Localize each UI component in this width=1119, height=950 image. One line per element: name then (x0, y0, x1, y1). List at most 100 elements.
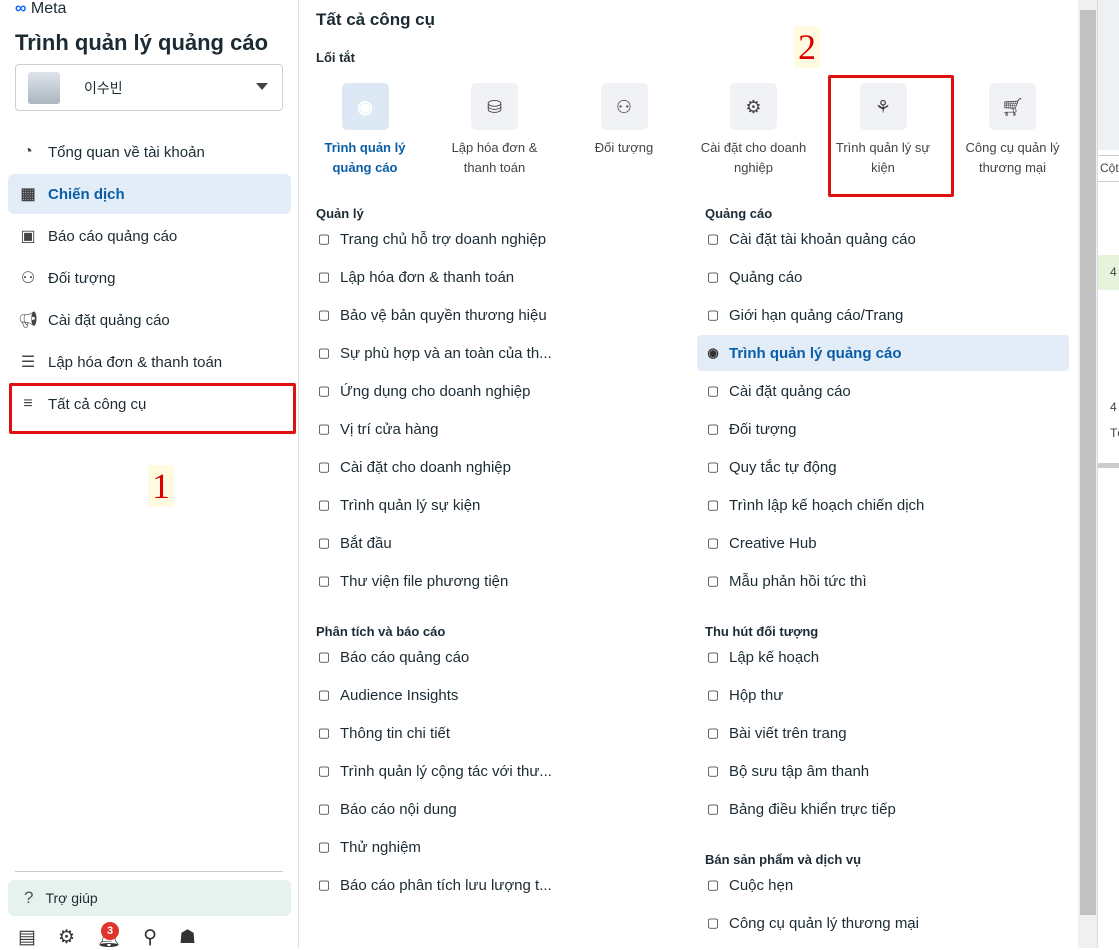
caret-down-icon (256, 83, 268, 90)
tool-item[interactable]: ▢ Báo cáo nội dung (300, 791, 672, 827)
tool-label: Giới hạn quảng cáo/Trang (729, 306, 904, 324)
tool-label: Mẫu phản hồi tức thì (729, 572, 867, 590)
help-button[interactable]: ? Trợ giúp (8, 880, 291, 916)
column-header: Cột (1098, 155, 1119, 182)
tool-item[interactable]: ▢ Công cụ quản lý thương mại (689, 905, 1061, 941)
shortcut-label: Công cụ quản lý thương mại (965, 140, 1060, 175)
tool-label: Lập hóa đơn & thanh toán (340, 268, 515, 286)
tool-item[interactable]: ▢ Trang chủ hỗ trợ doanh nghiệp (300, 221, 672, 257)
cell-value: Tổ (1110, 426, 1119, 440)
tool-item[interactable]: ▢ Trình quản lý cộng tác với thư... (300, 753, 672, 789)
tool-icon: ◉ (707, 345, 719, 360)
tool-item[interactable]: ▢ Đối tượng (689, 411, 1061, 447)
tool-item[interactable]: ▢ Giới hạn quảng cáo/Trang (689, 297, 1061, 333)
tool-icon: ▢ (706, 535, 720, 550)
tool-item[interactable]: ▢ Creative Hub (689, 525, 1061, 561)
tool-icon: ▢ (706, 877, 720, 892)
tool-item[interactable]: ▢ Bảng điều khiển trực tiếp (689, 791, 1061, 827)
all-tools-panel: Tất cả công cụ Lối tắt ◉ Trình quản lý qu… (300, 0, 1078, 948)
tool-label: Hộp thư (729, 686, 784, 704)
sidebar-item-0[interactable]: ◔ Tổng quan về tài khoản (8, 132, 291, 172)
tool-item[interactable]: ▢ Vị trí cửa hàng (300, 411, 672, 447)
shortcut-icon: 🛒︎ (989, 83, 1036, 130)
tool-item[interactable]: ▢ Báo cáo quảng cáo (300, 639, 672, 675)
tool-item[interactable]: ▢ Ứng dụng cho doanh nghiệp (300, 373, 672, 409)
tool-icon: ▢ (317, 839, 331, 854)
shortcut-icon: ◉ (341, 83, 389, 130)
sidebar-item-4[interactable]: 📢︎ Cài đặt quảng cáo (8, 300, 291, 340)
tool-icon: ▢ (317, 231, 331, 246)
tool-label: Ứng dụng cho doanh nghiệp (340, 382, 531, 400)
sidebar-item-label: Cài đặt quảng cáo (48, 311, 170, 329)
tool-label: Cài đặt cho doanh nghiệp (340, 458, 511, 476)
sidebar-item-2[interactable]: ▣ Báo cáo quảng cáo (8, 216, 291, 256)
scrollbar-thumb[interactable] (1080, 10, 1096, 915)
tool-item[interactable]: ▢ Cuộc hẹn (689, 867, 1061, 903)
account-selector[interactable]: 이수빈 (15, 64, 283, 111)
avatar (28, 71, 60, 104)
tool-item[interactable]: ▢ Cài đặt cho doanh nghiệp (300, 449, 672, 485)
tool-item[interactable]: ▢ Cài đặt tài khoản quảng cáo (689, 221, 1061, 257)
tool-icon: ▢ (317, 687, 331, 702)
shortcut-icon: ⚇ (600, 83, 648, 130)
tool-item[interactable]: ▢ Bắt đầu (300, 525, 672, 561)
tool-label: Creative Hub (729, 534, 817, 552)
tool-icon: ▢ (706, 231, 720, 246)
sell-heading: Bán sản phẩm và dịch vụ (705, 852, 862, 867)
tool-item[interactable]: ▢ Thông tin chi tiết (300, 715, 672, 751)
tool-item[interactable]: ▢ Trình lập kế hoạch chiến dịch (689, 487, 1061, 523)
tool-item[interactable]: ▢ Quy tắc tự động (689, 449, 1061, 485)
billing-icon: ☰ (20, 354, 36, 371)
tool-item[interactable]: ◉ Trình quản lý quảng cáo (697, 335, 1069, 371)
tool-item[interactable]: ▢ Audience Insights (300, 677, 672, 713)
tool-item[interactable]: ▢ Bảo vệ bản quyền thương hiệu (300, 297, 672, 333)
news-icon[interactable]: ▤ (18, 926, 36, 950)
tool-icon: ▢ (317, 269, 331, 284)
sidebar-item-label: Chiến dịch (48, 185, 125, 203)
tool-item[interactable]: ▢ Thư viện file phương tiện (300, 563, 672, 599)
tool-label: Quy tắc tự động (729, 458, 837, 476)
tool-label: Cài đặt quảng cáo (729, 382, 851, 400)
annotation-box-2 (828, 75, 954, 197)
shortcut-3[interactable]: ⚙ Cài đặt cho doanh nghiệp (689, 83, 819, 178)
tool-item[interactable]: ▢ Trình quản lý sự kiện (300, 487, 672, 523)
tool-icon: ▢ (706, 459, 720, 474)
shortcut-1[interactable]: ⛁ Lập hóa đơn & thanh toán (430, 83, 560, 178)
shortcut-2[interactable]: ⚇ Đối tượng (559, 83, 689, 158)
tool-item[interactable]: ▢ Cài đặt quảng cáo (689, 373, 1061, 409)
tool-label: Lập kế hoạch (729, 648, 820, 666)
tool-item[interactable]: ▢ Mẫu phản hồi tức thì (689, 563, 1061, 599)
tool-label: Sự phù hợp và an toàn của th... (340, 344, 552, 362)
sidebar-item-label: Báo cáo quảng cáo (48, 227, 178, 245)
tool-item[interactable]: ▢ Quảng cáo (689, 259, 1061, 295)
tool-label: Vị trí cửa hàng (340, 420, 439, 438)
tool-icon: ▢ (706, 725, 720, 740)
tool-item[interactable]: ▢ Bộ sưu tập âm thanh (689, 753, 1061, 789)
tool-label: Bảng điều khiển trực tiếp (729, 800, 896, 818)
shortcut-5[interactable]: 🛒︎ Công cụ quản lý thương mại (948, 83, 1078, 178)
tool-label: Cuộc hẹn (729, 876, 794, 894)
sidebar-item-1[interactable]: ▦ Chiến dịch (8, 174, 291, 214)
tool-label: Cài đặt tài khoản quảng cáo (729, 230, 916, 248)
tool-item[interactable]: ▢ Lập hóa đơn & thanh toán (300, 259, 672, 295)
bug-icon[interactable]: ☗ (179, 926, 196, 950)
search-icon[interactable]: ⚲ (143, 926, 157, 950)
tool-item[interactable]: ▢ Lập kế hoạch (689, 639, 1061, 675)
tool-item[interactable]: ▢ Báo cáo phân tích lưu lượng t... (300, 867, 672, 903)
tool-item[interactable]: ▢ Sự phù hợp và an toàn của th... (300, 335, 672, 371)
tool-icon: ▢ (706, 383, 720, 398)
tool-label: Thông tin chi tiết (340, 724, 451, 742)
tool-item[interactable]: ▢ Hộp thư (689, 677, 1061, 713)
tool-label: Báo cáo phân tích lưu lượng t... (340, 876, 552, 894)
tool-item[interactable]: ▢ Bài viết trên trang (689, 715, 1061, 751)
tool-icon: ▢ (317, 877, 331, 892)
tool-item[interactable]: ▢ Thử nghiệm (300, 829, 672, 865)
tool-label: Bảo vệ bản quyền thương hiệu (340, 306, 547, 324)
gear-icon[interactable]: ⚙ (58, 926, 75, 950)
tool-icon: ▢ (317, 801, 331, 816)
sidebar-item-3[interactable]: ⚇ Đối tượng (8, 258, 291, 298)
scrollbar[interactable] (1078, 0, 1097, 948)
shortcut-0[interactable]: ◉ Trình quản lý quảng cáo (300, 83, 430, 178)
shortcut-label: Cài đặt cho doanh nghiệp (700, 140, 807, 175)
sidebar-item-5[interactable]: ☰ Lập hóa đơn & thanh toán (8, 342, 291, 382)
